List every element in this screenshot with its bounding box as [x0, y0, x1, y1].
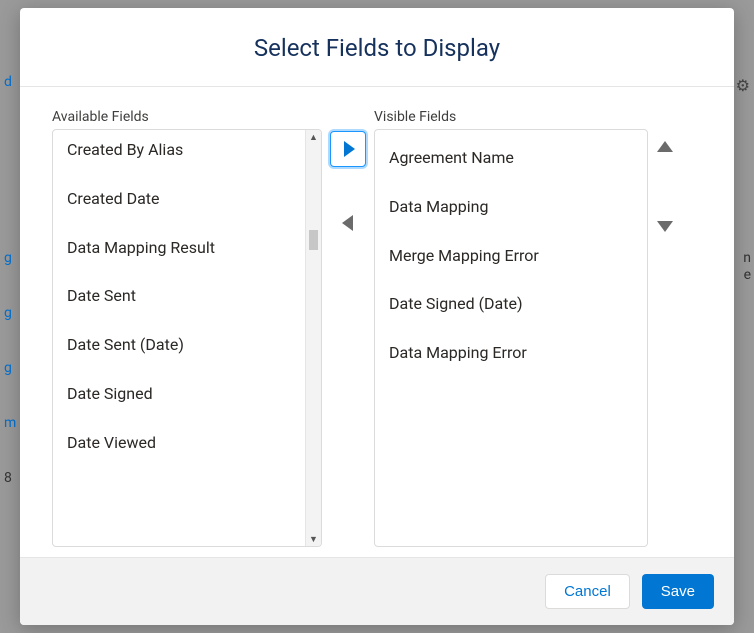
available-field-item[interactable]: Created By Alias — [53, 134, 305, 175]
visible-fields-label: Visible Fields — [374, 109, 648, 125]
visible-field-item[interactable]: Date Signed (Date) — [375, 280, 647, 329]
move-left-button[interactable] — [330, 205, 366, 241]
available-fields-label: Available Fields — [52, 109, 322, 125]
dialog-header: Select Fields to Display — [20, 8, 734, 87]
reorder-buttons-column — [648, 109, 682, 547]
select-fields-dialog: Select Fields to Display Available Field… — [20, 8, 734, 625]
visible-fields-column: Visible Fields Agreement Name Data Mappi… — [374, 109, 648, 547]
scroll-thumb[interactable] — [309, 230, 318, 250]
dialog-footer: Cancel Save — [20, 557, 734, 625]
available-field-item[interactable]: Created Date — [53, 175, 305, 224]
background-text: g — [4, 250, 12, 266]
triangle-right-icon — [344, 141, 355, 157]
visible-field-item[interactable]: Data Mapping Error — [375, 329, 647, 378]
transfer-buttons-column — [322, 109, 374, 547]
background-text: m — [4, 415, 16, 431]
background-text: e — [744, 267, 751, 283]
visible-field-item[interactable]: Data Mapping — [375, 183, 647, 232]
scroll-down-icon[interactable]: ▼ — [306, 532, 321, 546]
available-field-item[interactable]: Data Mapping Result — [53, 224, 305, 273]
dialog-title: Select Fields to Display — [40, 34, 714, 62]
move-down-button[interactable] — [650, 211, 680, 241]
available-field-item[interactable]: Date Sent (Date) — [53, 321, 305, 370]
background-text: 8 — [4, 470, 12, 486]
background-text: g — [4, 360, 12, 376]
available-field-item[interactable]: Date Sent — [53, 272, 305, 321]
triangle-left-icon — [342, 215, 353, 231]
available-scrollbar[interactable]: ▲ ▼ — [305, 130, 321, 546]
visible-field-item[interactable]: Agreement Name — [375, 134, 647, 183]
background-text: d — [4, 74, 12, 90]
move-right-button[interactable] — [330, 131, 366, 167]
scroll-up-icon[interactable]: ▲ — [306, 130, 321, 144]
available-field-item[interactable]: Date Viewed — [53, 419, 305, 468]
available-fields-list: Created By Alias Created Date Data Mappi… — [53, 130, 305, 546]
gear-icon: ⚙ — [736, 76, 750, 95]
save-button[interactable]: Save — [642, 574, 714, 609]
available-field-item[interactable]: Date Signed — [53, 370, 305, 419]
background-text: g — [4, 305, 12, 321]
dialog-body: Available Fields Created By Alias Create… — [20, 87, 734, 557]
background-text: n — [743, 250, 751, 266]
cancel-button[interactable]: Cancel — [545, 574, 630, 609]
visible-field-item[interactable]: Merge Mapping Error — [375, 232, 647, 281]
triangle-up-icon — [657, 141, 673, 152]
visible-fields-listbox[interactable]: Agreement Name Data Mapping Merge Mappin… — [374, 129, 648, 547]
triangle-down-icon — [657, 221, 673, 232]
available-fields-listbox[interactable]: Created By Alias Created Date Data Mappi… — [52, 129, 322, 547]
available-fields-column: Available Fields Created By Alias Create… — [52, 109, 322, 547]
move-up-button[interactable] — [650, 131, 680, 161]
